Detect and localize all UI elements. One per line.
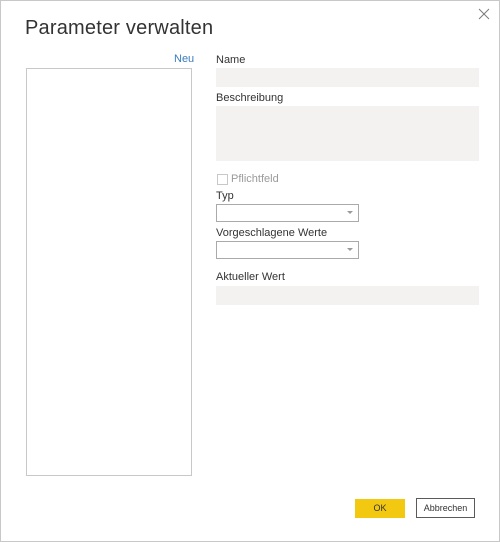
chevron-down-icon	[347, 248, 353, 251]
required-checkbox-label: Pflichtfeld	[231, 173, 279, 185]
name-label: Name	[216, 54, 246, 66]
chevron-down-icon	[347, 211, 353, 214]
type-dropdown[interactable]	[216, 204, 359, 222]
name-field[interactable]	[216, 68, 479, 87]
cancel-button[interactable]: Abbrechen	[416, 498, 475, 518]
description-label: Beschreibung	[216, 92, 284, 104]
close-button[interactable]	[477, 7, 491, 21]
parameter-list[interactable]	[26, 68, 192, 476]
current-value-label: Aktueller Wert	[216, 271, 285, 283]
description-field[interactable]	[216, 106, 479, 161]
type-label: Typ	[216, 190, 234, 202]
suggested-values-label: Vorgeschlagene Werte	[216, 227, 328, 239]
dialog-title: Parameter verwalten	[25, 17, 214, 39]
close-icon	[478, 8, 490, 20]
required-checkbox[interactable]	[217, 174, 228, 185]
new-parameter-link[interactable]: Neu	[174, 53, 194, 65]
ok-button[interactable]: OK	[355, 499, 405, 518]
suggested-values-dropdown[interactable]	[216, 241, 359, 259]
current-value-field[interactable]	[216, 286, 479, 305]
manage-parameters-dialog: Parameter verwalten Neu Name Beschreibun…	[0, 0, 500, 542]
